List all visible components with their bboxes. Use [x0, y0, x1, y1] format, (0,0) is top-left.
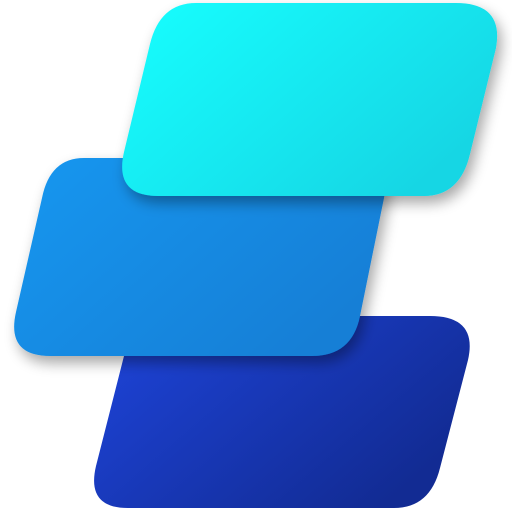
stacked-layers-icon	[14, 3, 498, 508]
app-logo	[0, 0, 512, 512]
top-layer-shape	[122, 3, 498, 196]
